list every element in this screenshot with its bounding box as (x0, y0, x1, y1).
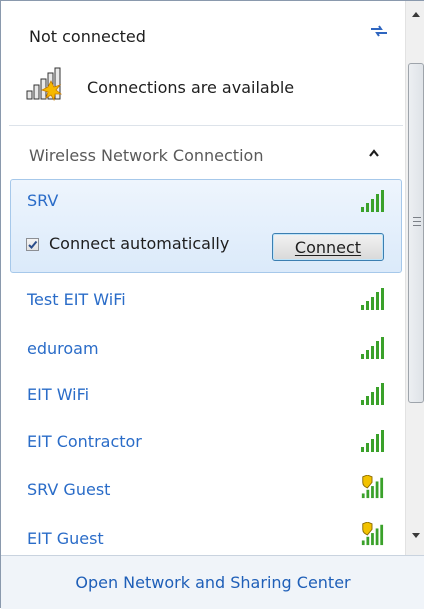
connection-status-title: Not connected (29, 27, 146, 46)
signal-bars-icon (361, 337, 384, 359)
checkmark-icon (28, 240, 38, 249)
connect-automatically-label[interactable]: Connect automatically (49, 234, 229, 253)
signal-bars-shield-icon (361, 522, 384, 546)
list-item[interactable]: EIT Contractor (27, 432, 142, 451)
connections-available-label: Connections are available (87, 78, 295, 97)
open-network-sharing-center-link[interactable]: Open Network and Sharing Center (75, 573, 350, 592)
signal-bars-shield-icon (361, 475, 384, 499)
list-item[interactable]: eduroam (27, 339, 99, 358)
signal-bars-icon (361, 190, 384, 212)
scroll-up-icon[interactable] (410, 9, 422, 19)
refresh-icon[interactable] (369, 23, 389, 39)
chevron-up-icon[interactable] (367, 148, 381, 158)
scrollbar-thumb[interactable] (408, 63, 424, 403)
grip-line (413, 217, 421, 218)
scroll-down-icon[interactable] (410, 531, 422, 541)
grip-line (413, 225, 421, 226)
list-item[interactable]: Test EIT WiFi (27, 290, 126, 309)
footer-bar: Open Network and Sharing Center (1, 555, 424, 609)
list-item[interactable]: EIT Guest (27, 529, 104, 548)
selected-network-name[interactable]: SRV (27, 191, 58, 210)
signal-warning-icon (26, 67, 63, 101)
divider (9, 125, 403, 126)
connect-button-label: Connect (294, 237, 362, 257)
list-item[interactable]: EIT WiFi (27, 385, 89, 404)
vertical-scrollbar[interactable] (405, 1, 424, 555)
connect-button[interactable]: Connect (272, 233, 384, 261)
network-flyout: Not connected Connections are available … (0, 0, 424, 609)
signal-bars-icon (361, 383, 384, 405)
grip-line (413, 221, 421, 222)
list-item[interactable]: SRV Guest (27, 480, 110, 499)
signal-bars-icon (361, 430, 384, 452)
section-title: Wireless Network Connection (29, 146, 264, 165)
signal-bars-icon (361, 288, 384, 310)
connect-automatically-checkbox[interactable] (26, 238, 39, 251)
